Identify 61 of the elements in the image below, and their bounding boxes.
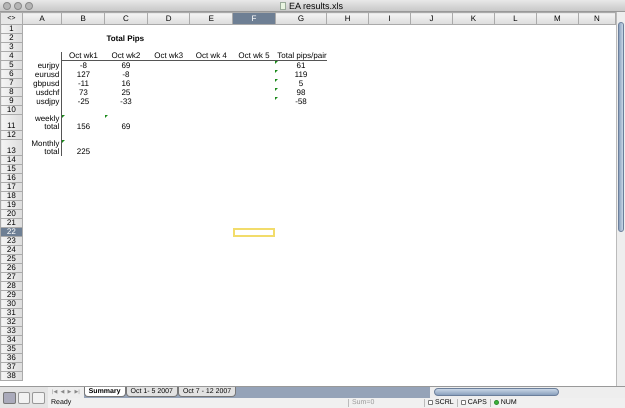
table-cell-text: -25: [76, 98, 90, 106]
vertical-scrollbar[interactable]: [616, 12, 625, 386]
table-cell-text: -8: [78, 62, 88, 70]
row-header[interactable]: 11: [0, 114, 22, 130]
table-cell-text: Oct wk 4: [194, 52, 228, 60]
zoom-icon[interactable]: [25, 2, 33, 10]
sheet-heading: Total Pips: [106, 34, 146, 42]
table-cell-text: usdchf: [35, 88, 60, 96]
table-cell-text: 156: [76, 122, 92, 130]
column-header[interactable]: G: [275, 12, 327, 24]
table-cell-text: Total pips/pair: [276, 52, 327, 60]
column-header[interactable]: K: [452, 12, 494, 24]
minimize-icon[interactable]: [14, 2, 22, 10]
table-cell-text: -11: [76, 80, 90, 88]
table-cell-text: eurusd: [34, 70, 60, 78]
column-header[interactable]: L: [494, 12, 536, 24]
table-cell-text: 119: [294, 70, 308, 78]
table-cell-text: 73: [78, 88, 89, 96]
column-header[interactable]: H: [326, 12, 369, 24]
table-cell-text: weekly total: [34, 114, 60, 130]
table-cell-text: eurjpy: [38, 62, 60, 70]
table-cell-text: Oct wk2: [110, 52, 142, 60]
table-cell-text: 16: [120, 80, 132, 88]
table-cell-text: -33: [119, 98, 133, 106]
window-title: EA results.xls: [289, 1, 344, 11]
table-cell-text: 25: [120, 88, 132, 96]
normal-view-button[interactable]: [3, 392, 16, 404]
table-cell-text: Oct wk1: [68, 52, 99, 60]
document-icon: [280, 2, 286, 10]
table-cell-text: 69: [120, 122, 132, 130]
column-header[interactable]: I: [368, 12, 410, 24]
table-cell-text: 69: [120, 62, 132, 70]
table-cell-text: Monthly total: [30, 140, 60, 156]
close-icon[interactable]: [3, 2, 11, 10]
table-cell-text: 5: [298, 80, 304, 88]
column-header[interactable]: M: [536, 12, 578, 24]
table-cell-text: 61: [296, 62, 306, 70]
column-header[interactable]: N: [578, 12, 616, 24]
row-header[interactable]: 13: [0, 140, 22, 156]
scroll-thumb[interactable]: [434, 388, 559, 396]
table-cell-text: 225: [76, 148, 92, 156]
table-cell-text: Oct wk 5: [237, 52, 271, 60]
scroll-thumb[interactable]: [618, 22, 624, 232]
selected-cell[interactable]: [232, 228, 276, 236]
table-cell-text: usdjpy: [35, 98, 60, 106]
column-header[interactable]: J: [410, 12, 452, 24]
column-header[interactable]: E: [190, 12, 233, 24]
table-cell-text: 98: [296, 88, 306, 96]
column-header[interactable]: A: [22, 12, 62, 24]
table-cell-text: gbpusd: [32, 80, 60, 88]
column-header[interactable]: C: [104, 12, 148, 24]
table-cell-text: -8: [121, 70, 130, 78]
table-cell-text: 127: [76, 70, 92, 78]
column-header[interactable]: F: [232, 12, 276, 24]
horizontal-scrollbar[interactable]: [430, 387, 625, 398]
table-cell-text: Oct wk3: [153, 52, 184, 60]
column-header[interactable]: D: [147, 12, 190, 24]
table-cell-text: -58: [294, 98, 308, 106]
page-break-view-button[interactable]: [32, 392, 46, 404]
column-header[interactable]: B: [62, 12, 104, 24]
page-layout-view-button[interactable]: [18, 392, 30, 404]
